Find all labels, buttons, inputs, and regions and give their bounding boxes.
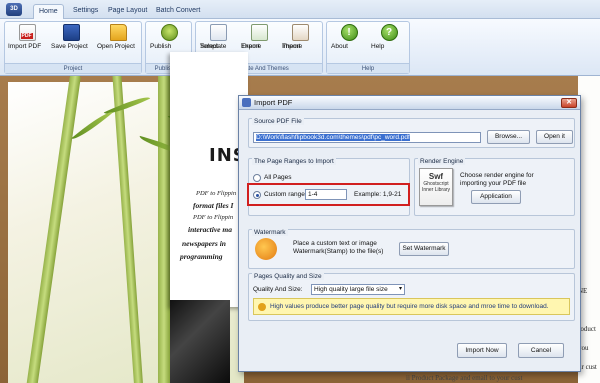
quality-note: High values produce better page quality … xyxy=(253,298,570,315)
about-button[interactable]: About xyxy=(331,24,367,64)
tab-page-layout[interactable]: Page Layout xyxy=(103,4,152,19)
import-theme-button[interactable]: Import Theme xyxy=(282,24,318,64)
save-project-button[interactable]: Save Project xyxy=(51,24,91,64)
help-icon xyxy=(380,24,398,41)
import-pdf-icon xyxy=(18,24,36,41)
flipbook-app: 3D Home Settings Page Layout Batch Conve… xyxy=(0,0,600,383)
quality-select[interactable]: High quality large file size ▾ xyxy=(311,284,405,295)
template-icon xyxy=(209,24,227,41)
ribbon-tab-bar: 3D Home Settings Page Layout Batch Conve… xyxy=(0,0,600,19)
page-photo xyxy=(170,300,230,383)
source-pdf-section: Source PDF File D:\Work\flashflipbook3d.… xyxy=(248,118,575,148)
watermark-section: Watermark Place a custom text or image W… xyxy=(248,229,575,269)
import-theme-icon xyxy=(291,24,309,41)
page-line: PDF to Flippin xyxy=(193,214,234,221)
publish-icon xyxy=(160,24,178,41)
info-icon xyxy=(258,303,266,311)
page-line: PDF to Flippin xyxy=(196,190,237,197)
engine-description: importing your PDF file xyxy=(460,180,527,187)
quality-legend: Pages Quality and Size xyxy=(252,273,324,280)
right-page-footer-line: ii Product Package and email to your cus… xyxy=(406,374,523,382)
import-now-button[interactable]: Import Now xyxy=(457,343,507,358)
book-page xyxy=(170,52,248,307)
quality-section: Pages Quality and Size Quality And Size:… xyxy=(248,273,575,321)
page-line: programming xyxy=(180,252,223,261)
right-book-page xyxy=(578,76,600,383)
source-path-input[interactable]: D:\Work\flashflipbook3d.com\themes\pdf\p… xyxy=(253,132,481,143)
watermark-description: Place a custom text or image xyxy=(293,240,377,247)
watermark-legend: Watermark xyxy=(252,229,288,236)
render-engine-legend: Render Engine xyxy=(418,158,466,165)
all-pages-label: All Pages xyxy=(264,174,292,181)
page-ranges-legend: The Page Ranges to Import xyxy=(252,158,336,165)
tab-batch-convert[interactable]: Batch Convert xyxy=(151,4,205,19)
application-button[interactable]: Application xyxy=(471,190,521,204)
open-it-button[interactable]: Open it xyxy=(536,130,573,144)
custom-range-highlight xyxy=(247,183,410,206)
page-line: newspapers in xyxy=(182,239,226,248)
group-help: About Help Help xyxy=(326,21,410,74)
render-engine-section: Render Engine Swf Ghostscript Inner Libr… xyxy=(414,158,575,216)
export-theme-icon xyxy=(250,24,268,41)
watermark-description: Watermark(Stamp) to the file(s) xyxy=(293,248,384,255)
dialog-title: Import PDF xyxy=(254,98,293,107)
page-line: format files I xyxy=(193,201,234,210)
engine-description: Choose render engine for xyxy=(460,172,534,179)
browse-button[interactable]: Browse... xyxy=(487,130,530,144)
import-pdf-dialog: Import PDF ✕ Source PDF File D:\Work\fla… xyxy=(238,95,581,372)
open-project-button[interactable]: Open Project xyxy=(97,24,139,64)
info-icon xyxy=(340,24,358,41)
cancel-button[interactable]: Cancel xyxy=(518,343,564,358)
import-pdf-button[interactable]: Import PDF xyxy=(8,24,46,64)
set-watermark-button[interactable]: Set Watermark xyxy=(399,242,449,256)
help-button[interactable]: Help xyxy=(371,24,407,64)
app-icon xyxy=(242,98,251,107)
ribbon: Import PDF Save Project Open Project Pro… xyxy=(0,19,600,76)
chevron-down-icon: ▾ xyxy=(398,286,402,292)
page-line: interactive ma xyxy=(188,225,232,234)
app-logo[interactable]: 3D xyxy=(6,3,22,16)
source-legend: Source PDF File xyxy=(252,118,304,125)
tab-home[interactable]: Home xyxy=(33,4,64,19)
group-label-help: Help xyxy=(327,63,409,73)
folder-icon xyxy=(109,24,127,41)
group-label-project: Project xyxy=(5,63,141,73)
watermark-icon xyxy=(255,238,277,260)
save-icon xyxy=(62,24,80,41)
tab-settings[interactable]: Settings xyxy=(68,4,103,19)
group-project: Import PDF Save Project Open Project Pro… xyxy=(4,21,142,74)
all-pages-radio[interactable] xyxy=(253,174,261,182)
quality-label: Quality And Size: xyxy=(253,286,303,293)
render-engine-image: Swf Ghostscript Inner Library xyxy=(419,168,453,206)
dialog-titlebar[interactable]: Import PDF ✕ xyxy=(239,96,580,110)
close-icon[interactable]: ✕ xyxy=(561,98,577,108)
